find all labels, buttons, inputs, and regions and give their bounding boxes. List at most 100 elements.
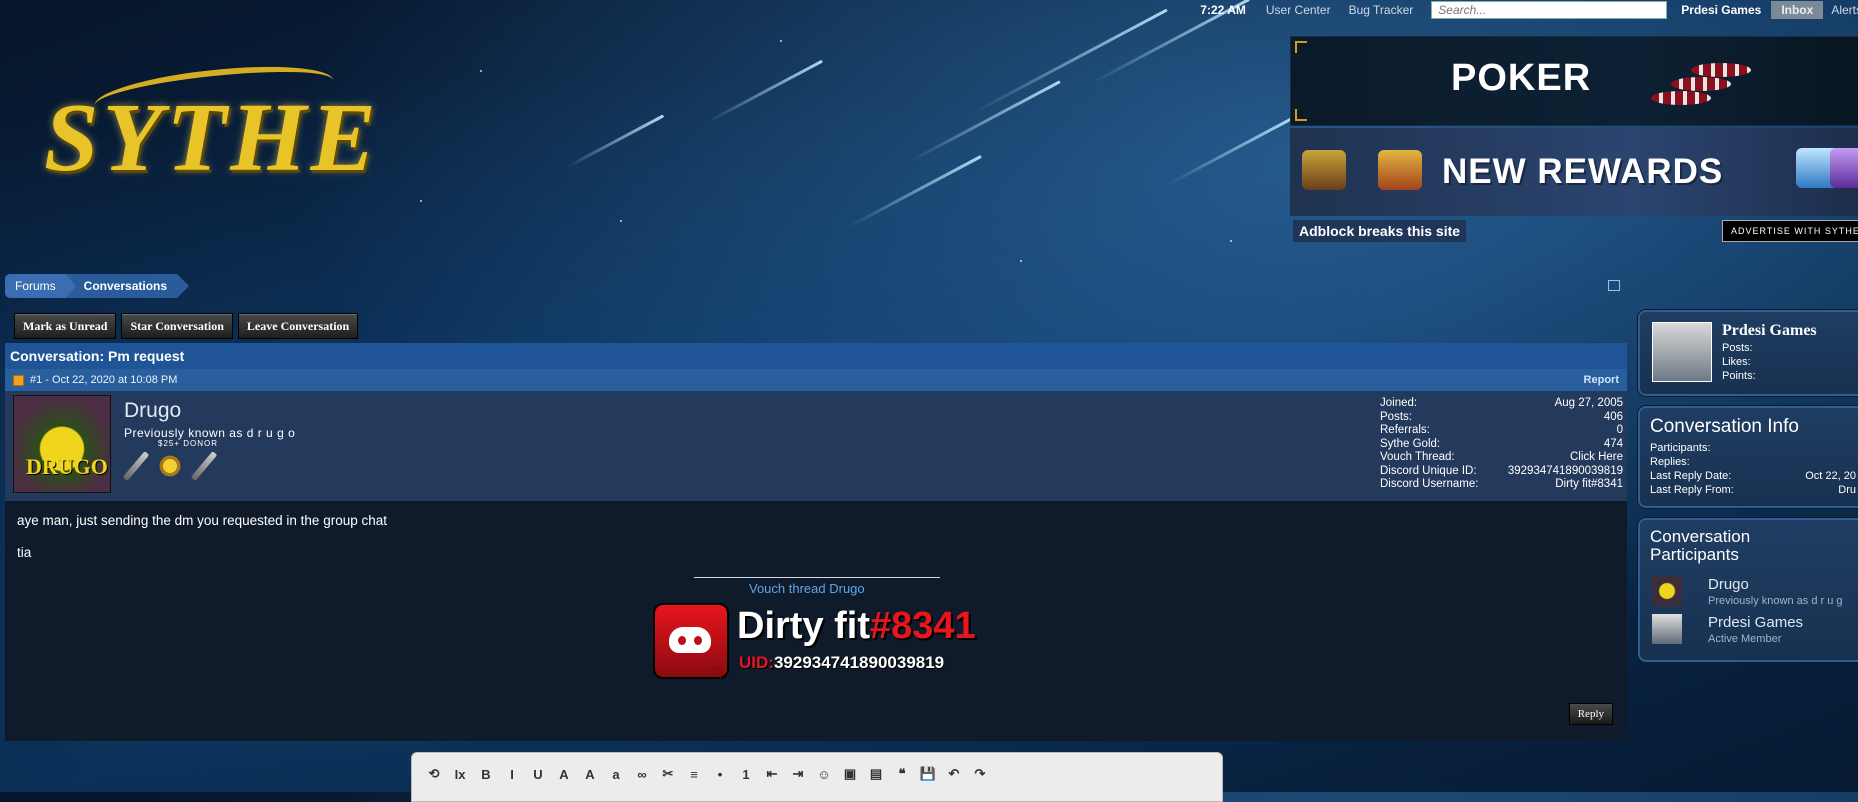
font-color-icon[interactable]: A: [552, 763, 576, 785]
visitor-stat: Likes:: [1722, 356, 1751, 368]
avatar-text: DRUGO: [26, 454, 108, 479]
visitor-name[interactable]: Prdesi Games: [1722, 322, 1817, 340]
media-icon[interactable]: ▤: [864, 763, 888, 785]
report-link[interactable]: Report: [1584, 369, 1619, 391]
site-logo[interactable]: SYTHE: [34, 52, 384, 202]
user-badges: [122, 449, 218, 483]
poker-chip-icon: [1671, 77, 1731, 91]
breadcrumb-conversations[interactable]: Conversations: [65, 274, 190, 298]
stat-row: Joined: Aug 27, 2005: [1380, 397, 1623, 409]
advertise-link[interactable]: ADVERTISE WITH SYTHE: [1722, 220, 1858, 242]
mark-unread-button[interactable]: Mark as Unread: [14, 313, 117, 339]
discord-icon: [653, 603, 729, 679]
sidebar: Prdesi Games Posts:1 Likes: Points: Conv…: [1638, 310, 1858, 672]
font-size-icon[interactable]: A: [578, 763, 602, 785]
info-row: Last Reply Date: Oct 22, 20: [1650, 470, 1856, 482]
star-conversation-button[interactable]: Star Conversation: [121, 313, 233, 339]
undo-icon[interactable]: ↶: [942, 763, 966, 785]
expand-icon[interactable]: [1608, 280, 1620, 291]
clock: 7:22 AM: [1200, 3, 1246, 17]
author-bar: DRUGO Drugo Previously known as d r u g …: [5, 391, 1627, 501]
stat-row: Sythe Gold: 474: [1380, 437, 1623, 450]
breadcrumb: Forums Conversations: [5, 274, 190, 298]
visitor-stat: Posts:1: [1722, 342, 1753, 354]
leave-conversation-button[interactable]: Leave Conversation: [237, 313, 359, 339]
rewards-ad-banner[interactable]: NEW REWARDS: [1290, 128, 1858, 216]
bug-tracker-link[interactable]: Bug Tracker: [1349, 3, 1414, 17]
stat-row: Discord Username: Dirty fit#8341: [1380, 478, 1623, 490]
user-center-link[interactable]: User Center: [1266, 3, 1331, 17]
participant-avatar[interactable]: [1652, 576, 1682, 606]
signature-username: Dirty fit#8341: [737, 605, 976, 647]
visitor-stat: Points:: [1722, 370, 1756, 382]
participant-title: Active Member: [1708, 633, 1782, 645]
search-input[interactable]: [1431, 1, 1668, 19]
rewards-ad-text: NEW REWARDS: [1442, 152, 1724, 191]
visitor-avatar[interactable]: [1652, 322, 1712, 382]
donor-label: $25+ DONOR: [158, 439, 219, 448]
participant-avatar[interactable]: [1652, 614, 1682, 644]
adblock-notice: Adblock breaks this site: [1293, 220, 1467, 242]
logo-text: SYTHE: [44, 84, 380, 192]
post-meta[interactable]: #1 - Oct 22, 2020 at 10:08 PM: [30, 369, 177, 391]
inbox-tab[interactable]: Inbox: [1771, 1, 1824, 19]
alerts-tab[interactable]: Alerts: [1831, 3, 1858, 17]
vouch-thread-link[interactable]: Click Here: [1570, 451, 1623, 465]
indent-icon[interactable]: ⇥: [786, 763, 810, 785]
stat-row: Referrals: 0: [1380, 424, 1623, 436]
author-name[interactable]: Drugo: [124, 399, 181, 423]
info-row: Last Reply From: Dru: [1650, 484, 1856, 496]
message-line: aye man, just sending the dm you request…: [17, 513, 387, 528]
participants-title: Conversation Participants: [1650, 527, 1751, 564]
info-row: Replies:: [1650, 456, 1690, 468]
editor-toolbar: ⟲ Ix B I U A Aa ∞ ✂ ≡ • 1 ⇤ ⇥ ☺ ▣ ▤ ❝ 💾 ↶ ↷: [422, 763, 992, 785]
bold-icon[interactable]: B: [474, 763, 498, 785]
redo-icon[interactable]: ↷: [968, 763, 992, 785]
stat-row: Discord Unique ID: 392934741890039819: [1380, 464, 1623, 477]
signature-vouch-link[interactable]: Vouch thread Drugo: [749, 581, 865, 596]
save-icon[interactable]: 💾: [916, 763, 940, 785]
top-bar: 7:22 AM User Center Bug Tracker Prdesi G…: [1200, 0, 1858, 20]
poker-ad-text: POKER: [1451, 57, 1592, 99]
conversation-title: Conversation: Pm request: [5, 343, 1627, 369]
participant-title: Previously known as d r u g: [1708, 595, 1843, 607]
breadcrumb-forums[interactable]: Forums: [5, 274, 76, 298]
message-line: tia: [17, 545, 32, 560]
signature-image: Dirty fit#8341 UID:392934741890039819: [653, 601, 1003, 681]
conversation-info-panel: Conversation Info Participants: Replies:…: [1638, 406, 1858, 508]
align-icon[interactable]: ≡: [682, 763, 706, 785]
sword-icon: [190, 451, 218, 481]
participant-name[interactable]: Prdesi Games: [1708, 614, 1803, 631]
bullet-list-icon[interactable]: •: [708, 763, 732, 785]
account-link[interactable]: Prdesi Games: [1681, 3, 1761, 17]
signature-divider: [694, 577, 940, 578]
quote-icon[interactable]: ❝: [890, 763, 914, 785]
author-avatar[interactable]: DRUGO: [13, 395, 111, 493]
signature-uid: UID:392934741890039819: [739, 653, 945, 672]
chest-icon: [1830, 148, 1858, 188]
clear-format-icon[interactable]: Ix: [448, 763, 472, 785]
number-list-icon[interactable]: 1: [734, 763, 758, 785]
sword-icon: [122, 451, 150, 481]
chest-icon: [1378, 150, 1422, 190]
outdent-icon[interactable]: ⇤: [760, 763, 784, 785]
image-icon[interactable]: ▣: [838, 763, 862, 785]
participant-item[interactable]: Drugo Previously known as d r u g: [1652, 576, 1858, 608]
conversation-panel: Conversation: Pm request #1 - Oct 22, 20…: [5, 343, 1627, 743]
poker-ad-banner[interactable]: POKER: [1290, 36, 1858, 126]
italic-icon[interactable]: I: [500, 763, 524, 785]
font-family-icon[interactable]: a: [604, 763, 628, 785]
reply-button[interactable]: Reply: [1568, 703, 1613, 725]
link-icon[interactable]: ∞: [630, 763, 654, 785]
unlink-icon[interactable]: ✂: [656, 763, 680, 785]
participant-name[interactable]: Drugo: [1708, 576, 1749, 593]
participant-item[interactable]: Prdesi Games Active Member: [1652, 614, 1858, 646]
underline-icon[interactable]: U: [526, 763, 550, 785]
remove-format-icon[interactable]: ⟲: [422, 763, 446, 785]
poker-chip-icon: [1691, 63, 1751, 77]
author-title: Previously known as d r u g o: [124, 426, 296, 440]
stat-row: Posts: 406: [1380, 410, 1623, 423]
smilie-icon[interactable]: ☺: [812, 763, 836, 785]
post-icon: [13, 374, 24, 386]
gold-coins-icon: [157, 455, 183, 477]
